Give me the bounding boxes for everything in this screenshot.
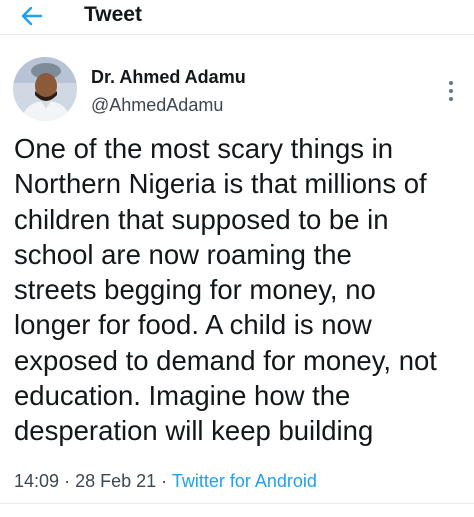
- author-handle[interactable]: @AhmedAdamu: [91, 94, 223, 116]
- tweet-text-line: children that supposed to be in: [14, 203, 389, 235]
- more-vertical-icon: [449, 81, 453, 101]
- meta-separator: ·: [161, 471, 168, 491]
- back-button[interactable]: [14, 2, 50, 30]
- tweet-text-line: desperation will keep building: [14, 415, 374, 447]
- page-title: Tweet: [84, 3, 142, 26]
- meta-separator: ·: [64, 471, 71, 491]
- author-name[interactable]: Dr. Ahmed Adamu: [91, 66, 246, 88]
- tweet-text-line: longer for food. A child is now: [14, 309, 372, 341]
- top-app-bar: Tweet: [0, 0, 474, 35]
- tweet-source-link[interactable]: Twitter for Android: [172, 471, 317, 491]
- divider: [0, 503, 474, 504]
- tweet-meta: 14:09 · 28 Feb 21 · Twitter for Android: [14, 470, 317, 492]
- tweet-text-line: education. Imagine how the: [14, 380, 351, 412]
- tweet-text-line: school are now roaming the: [14, 238, 352, 270]
- avatar[interactable]: [13, 57, 77, 121]
- tweet-text-line: streets begging for money, no: [14, 274, 376, 306]
- tweet-date[interactable]: 28 Feb 21: [75, 471, 156, 491]
- tweet-text-line: One of the most scary things in: [14, 133, 394, 164]
- tweet-text-line: exposed to demand for money, not: [14, 344, 437, 376]
- more-options-button[interactable]: [441, 76, 461, 106]
- arrow-left-icon: [21, 6, 43, 26]
- tweet-time[interactable]: 14:09: [14, 471, 59, 491]
- tweet-text: One of the most scary things in Northern…: [14, 131, 470, 449]
- tweet-text-line: Northern Nigeria is that millions of: [14, 168, 427, 200]
